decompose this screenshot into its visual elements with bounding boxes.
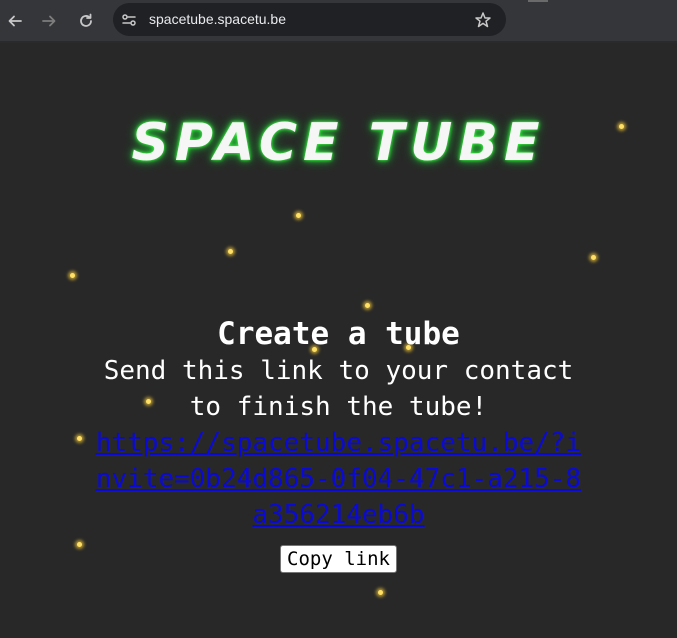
page-title: Create a tube [217, 316, 460, 352]
reload-icon[interactable] [74, 9, 98, 33]
star-decoration [591, 255, 596, 260]
star-decoration [619, 124, 624, 129]
create-tube-panel: Create a tube Send this link to your con… [60, 315, 617, 573]
copy-link-button[interactable]: Copy link [280, 545, 397, 573]
invite-link[interactable]: https://spacetube.spacetu.be/?invite=0b2… [89, 425, 589, 533]
star-decoration [70, 273, 75, 278]
forward-arrow-icon[interactable] [37, 9, 61, 33]
back-arrow-icon[interactable] [3, 9, 27, 33]
url-text[interactable]: spacetube.spacetu.be [149, 11, 286, 28]
site-info-icon[interactable] [120, 11, 138, 29]
window-edge-line [528, 0, 548, 2]
instruction-line-1: Send this link to your contact [103, 356, 574, 386]
star-decoration [296, 213, 301, 218]
page-content: SPACE TUBE Create a tube Send this link … [0, 43, 677, 638]
instruction-line-2: to finish the tube! [189, 392, 488, 422]
star-decoration [378, 590, 383, 595]
bookmark-star-icon[interactable] [474, 11, 492, 29]
address-bar[interactable]: spacetube.spacetu.be [113, 3, 506, 36]
star-decoration [365, 303, 370, 308]
browser-toolbar: spacetube.spacetu.be [0, 0, 677, 42]
star-decoration [228, 249, 233, 254]
site-logo: SPACE TUBE [131, 113, 546, 173]
